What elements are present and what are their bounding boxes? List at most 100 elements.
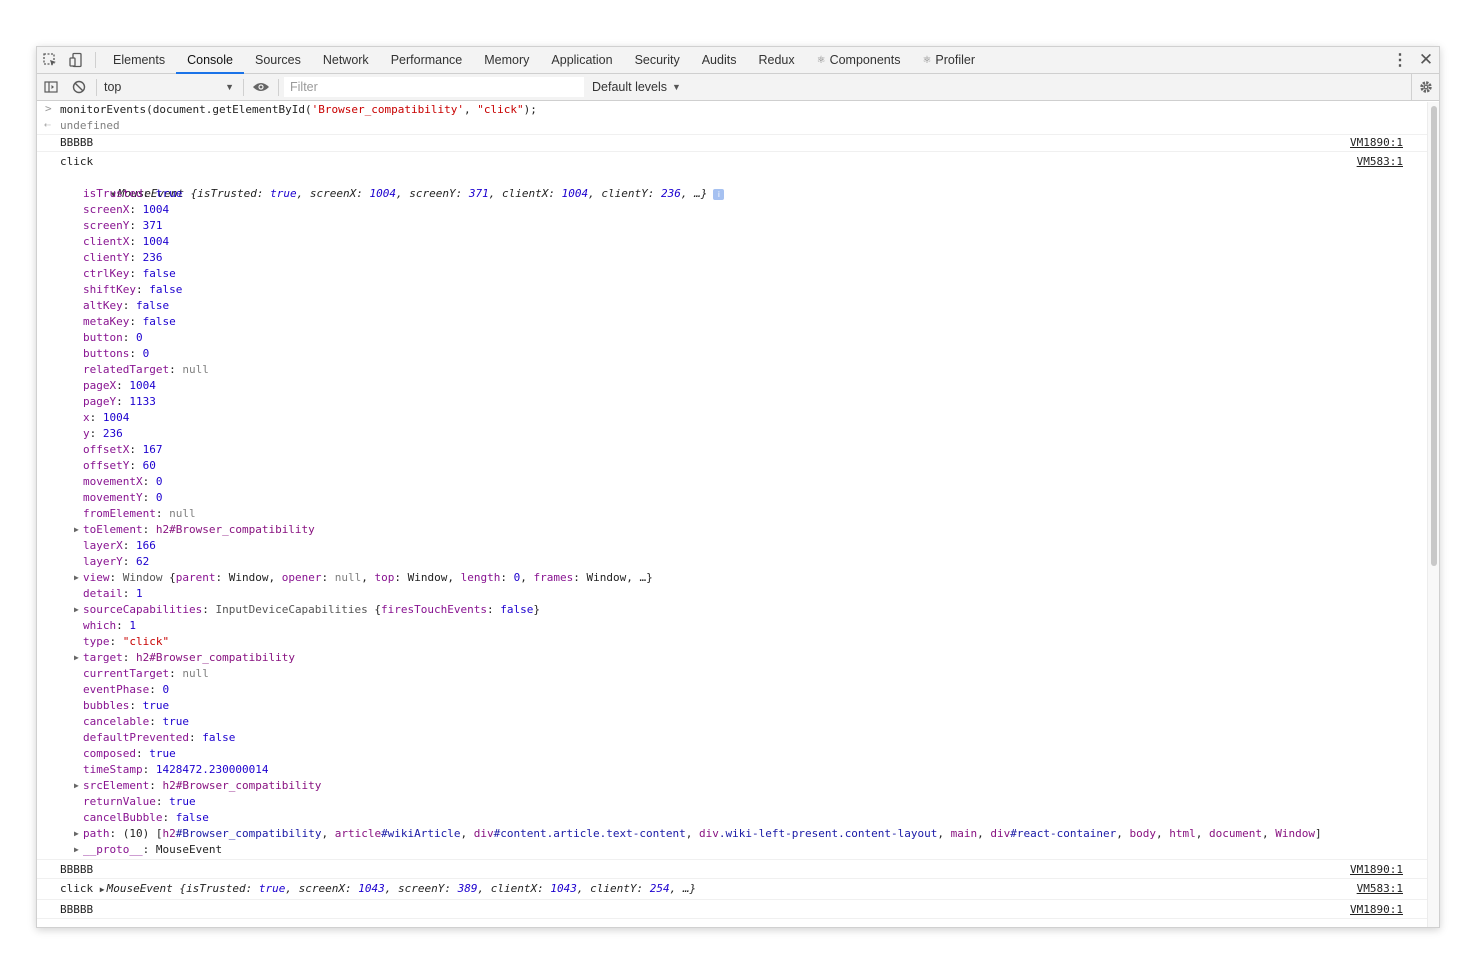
- collapsed-triangle-icon[interactable]: ▶: [74, 522, 79, 538]
- property-row: shiftKey: false: [83, 283, 183, 296]
- console-input-line: > monitorEvents(document.getElementById(…: [37, 102, 1429, 118]
- path-close: ]: [1314, 827, 1322, 840]
- device-toolbar-icon[interactable]: [63, 47, 89, 73]
- property-key: relatedTarget: [83, 363, 170, 376]
- console-click-message: click ▶ MouseEvent {isTrusted: true, scre…: [37, 879, 1429, 900]
- command-arg: "click": [477, 103, 524, 116]
- log-text: BBBBB: [60, 136, 94, 149]
- source-link[interactable]: VM1890:1: [1350, 862, 1403, 878]
- property-value: true: [155, 187, 183, 200]
- path-item-selector: #wikiArticle: [381, 827, 461, 840]
- property-key: layerY: [83, 555, 123, 568]
- inspect-element-icon[interactable]: [37, 47, 63, 73]
- tab-components[interactable]: ⚛ Components: [806, 47, 912, 73]
- collapsed-triangle-icon[interactable]: ▶: [74, 602, 79, 618]
- source-link[interactable]: VM583:1: [1357, 881, 1403, 897]
- property-row: offsetY: 60: [83, 459, 156, 472]
- property-value: true: [169, 795, 196, 808]
- path-item-tag: article: [334, 827, 382, 840]
- property-row: x: 1004: [83, 411, 130, 424]
- property-value: false: [142, 315, 176, 328]
- preview-key: screenY: [398, 882, 445, 895]
- property-key: movementY: [83, 491, 143, 504]
- tab-audits[interactable]: Audits: [691, 47, 748, 73]
- preview-value: 0: [513, 571, 521, 584]
- property-key: returnValue: [83, 795, 156, 808]
- path-item-tag: body: [1129, 827, 1157, 840]
- property-row[interactable]: ▶ toElement: h2#Browser_compatibility: [60, 522, 1389, 538]
- property-row: layerY: 62: [83, 555, 150, 568]
- more-options-icon[interactable]: ⋮: [1387, 47, 1413, 73]
- property-key: target: [83, 651, 123, 664]
- close-icon[interactable]: ✕: [1413, 47, 1439, 73]
- property-key: type: [83, 635, 110, 648]
- path-item-tag: html: [1169, 827, 1196, 840]
- collapsed-triangle-icon[interactable]: ▶: [74, 570, 79, 586]
- property-key: cancelable: [83, 715, 150, 728]
- property-key: __proto__: [83, 843, 143, 856]
- tab-application[interactable]: Application: [540, 47, 623, 73]
- property-row[interactable]: ▶ srcElement: h2#Browser_compatibility: [60, 778, 1389, 794]
- path-item-tag: h2: [162, 827, 176, 840]
- sidebar-toggle-icon[interactable]: [37, 74, 65, 100]
- tab-label: Application: [551, 53, 613, 67]
- scrollbar-thumb[interactable]: [1431, 106, 1437, 566]
- preview-key: firesTouchEvents: [381, 603, 488, 616]
- devtools-tab-bar: Elements Console Sources Network Perform…: [37, 47, 1439, 74]
- filter-input[interactable]: [284, 77, 584, 97]
- preview-key: top: [374, 571, 395, 584]
- collapsed-triangle-icon[interactable]: ▶: [74, 650, 79, 666]
- property-row[interactable]: ▶ target: h2#Browser_compatibility: [60, 650, 1389, 666]
- context-value: top: [104, 80, 122, 94]
- command-text[interactable]: monitorEvents(document.getElementById('B…: [60, 102, 1389, 118]
- collapsed-triangle-icon[interactable]: ▶: [74, 826, 79, 842]
- property-row: movementY: 0: [83, 491, 163, 504]
- console-scrollbar[interactable]: [1427, 102, 1439, 927]
- clear-console-icon[interactable]: [65, 74, 93, 100]
- tab-network[interactable]: Network: [312, 47, 380, 73]
- tab-elements[interactable]: Elements: [102, 47, 176, 73]
- preview-key: length: [460, 571, 501, 584]
- console-output[interactable]: > monitorEvents(document.getElementById(…: [37, 102, 1429, 927]
- tab-security[interactable]: Security: [624, 47, 691, 73]
- property-key: clientY: [83, 251, 130, 264]
- property-row: bubbles: true: [83, 699, 170, 712]
- property-row: cancelable: true: [83, 715, 189, 728]
- preview-value: 1043: [550, 882, 577, 895]
- source-link[interactable]: VM583:1: [1357, 154, 1403, 170]
- context-selector[interactable]: top ▼: [100, 76, 240, 98]
- console-settings-gear-icon[interactable]: [1411, 74, 1439, 100]
- tab-profiler[interactable]: ⚛ Profiler: [911, 47, 986, 73]
- tab-performance[interactable]: Performance: [380, 47, 474, 73]
- tab-console[interactable]: Console: [176, 47, 244, 74]
- tab-sources[interactable]: Sources: [244, 47, 312, 73]
- property-value: true: [162, 715, 189, 728]
- preview-value: true: [258, 882, 286, 895]
- property-row[interactable]: ▶ view: Window {parent: Window, opener: n…: [60, 570, 1389, 586]
- property-row: which: 1: [83, 619, 136, 632]
- property-value: false: [136, 299, 170, 312]
- preview-key: opener: [281, 571, 322, 584]
- property-key: eventPhase: [83, 683, 150, 696]
- log-text: click: [60, 155, 94, 168]
- tab-redux[interactable]: Redux: [747, 47, 805, 73]
- property-row: button: 0: [83, 331, 143, 344]
- property-row[interactable]: ▶ path: (10) [h2#Browser_compatibility, a…: [60, 826, 1389, 842]
- source-link[interactable]: VM1890:1: [1350, 902, 1403, 918]
- live-expression-eye-icon[interactable]: [247, 74, 275, 100]
- collapsed-triangle-icon[interactable]: ▶: [100, 882, 105, 898]
- log-levels-dropdown[interactable]: Default levels ▼: [592, 80, 681, 94]
- click-collapsed-line[interactable]: click ▶ MouseEvent {isTrusted: true, scre…: [60, 881, 1389, 897]
- source-link[interactable]: VM1890:1: [1350, 135, 1403, 151]
- tab-label: Network: [322, 53, 369, 67]
- collapsed-triangle-icon[interactable]: ▶: [74, 842, 79, 858]
- path-item-selector: .wiki-left-present.content-layout: [718, 827, 938, 840]
- property-value: false: [202, 731, 236, 744]
- mouseevent-summary[interactable]: ▼ MouseEvent {isTrusted: true, screenX: 1…: [58, 170, 1389, 200]
- collapsed-triangle-icon[interactable]: ▶: [74, 778, 79, 794]
- property-row[interactable]: ▶ sourceCapabilities: InputDeviceCapabili…: [60, 602, 1389, 618]
- property-row[interactable]: ▶ __proto__: MouseEvent: [60, 842, 1389, 858]
- tab-memory[interactable]: Memory: [473, 47, 540, 73]
- property-row: offsetX: 167: [83, 443, 163, 456]
- property-key: button: [83, 331, 123, 344]
